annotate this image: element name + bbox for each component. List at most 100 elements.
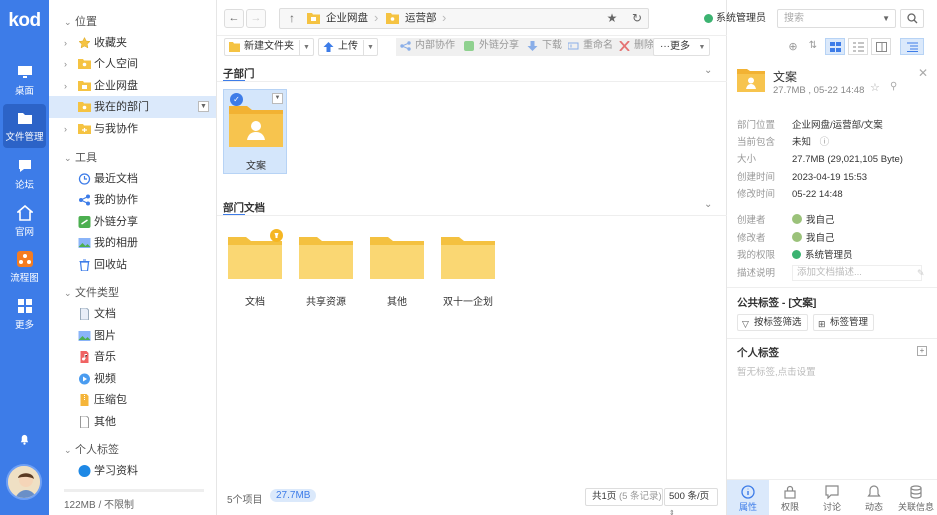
tree-item-tag-study[interactable]: 学习资料 xyxy=(49,460,216,482)
filter-icon: ▽ xyxy=(742,319,749,329)
tab-properties[interactable]: 属性 xyxy=(727,480,769,515)
search-button[interactable] xyxy=(900,9,924,28)
toggle-details-button[interactable] xyxy=(900,38,924,55)
rename-button[interactable]: 重命名 xyxy=(564,38,619,56)
tree-item-type-archive[interactable]: 压缩包 xyxy=(49,389,216,411)
user-avatar[interactable] xyxy=(6,464,42,500)
new-folder-button[interactable]: 新建文件夹 ▼ xyxy=(224,38,314,56)
chevron-down-icon[interactable]: ▼ xyxy=(363,40,377,56)
tree-item-recent[interactable]: 最近文档 xyxy=(49,168,216,190)
zoom-icon[interactable]: ⊕ xyxy=(786,40,800,54)
refresh-button[interactable]: ↻ xyxy=(625,9,649,28)
search-box[interactable]: 搜索 ▼ xyxy=(777,9,896,28)
internal-collab-button[interactable]: 内部协作 xyxy=(396,38,461,56)
tree-section-file-types[interactable]: ⌄ 文件类型 xyxy=(49,282,216,304)
sort-icon[interactable]: ⇅ xyxy=(806,40,820,54)
notification-bell-icon[interactable] xyxy=(19,434,30,445)
chevron-down-icon[interactable]: ▼ xyxy=(882,10,890,27)
tree-item-recycle-bin[interactable]: 回收站 xyxy=(49,254,216,276)
tree-item-album[interactable]: 我的相册 xyxy=(49,232,216,254)
tree-section-personal-tags[interactable]: ⌄ 个人标签 xyxy=(49,439,216,461)
up-level-button[interactable]: ↑ xyxy=(280,9,304,28)
avatar xyxy=(792,214,802,224)
chevron-right-icon: › xyxy=(64,81,67,91)
description-input[interactable]: 添加文档描述... xyxy=(792,265,922,281)
folder-icon xyxy=(78,124,91,134)
forward-button[interactable]: → xyxy=(246,9,266,28)
rail-item-desktop[interactable]: 桌面 xyxy=(3,58,46,102)
pin-icon[interactable]: ⚲ xyxy=(890,81,897,92)
personal-tags-empty[interactable]: 暂无标签,点击设置 xyxy=(737,364,816,378)
home-icon xyxy=(16,205,33,221)
chevron-down-icon[interactable]: ⌄ xyxy=(704,65,712,76)
filter-by-tag-button[interactable]: ▽ 按标签筛选 xyxy=(737,314,808,331)
tree-section-location[interactable]: ⌄ 位置 xyxy=(49,11,216,33)
add-tag-icon[interactable]: + xyxy=(917,346,927,356)
tab-discussion[interactable]: 讨论 xyxy=(811,480,853,515)
rail-item-website[interactable]: 官网 xyxy=(3,199,46,243)
grid-icon xyxy=(829,42,841,52)
tree-item-enterprise-disk[interactable]: › 企业网盘 xyxy=(49,75,216,97)
pin-icon xyxy=(270,229,283,242)
current-user-badge[interactable]: 系统管理员 xyxy=(704,10,766,27)
rail-item-files[interactable]: 文件管理 xyxy=(3,104,46,148)
tree-item-collaborate-with-me[interactable]: › 与我协作 xyxy=(49,118,216,140)
tree-item-personal-space[interactable]: › 个人空间 xyxy=(49,53,216,75)
chevron-right-icon: › xyxy=(64,124,67,134)
more-button[interactable]: ···更多 ▼ xyxy=(653,38,710,56)
download-button[interactable]: 下载 xyxy=(523,38,568,56)
close-icon xyxy=(619,41,630,51)
view-list-button[interactable] xyxy=(848,38,868,55)
rail-item-flowchart[interactable]: 流程图 xyxy=(3,245,46,289)
chevron-down-icon[interactable]: ▼ xyxy=(198,101,209,112)
breadcrumb-item-enterprise[interactable]: 企业网盘 xyxy=(302,9,368,28)
upload-button[interactable]: 上传 ▼ xyxy=(318,38,378,56)
arrow-left-icon: ← xyxy=(228,12,240,24)
details-panel: 系统管理员 搜索 ▼ ⊕ ⇅ 文案 27.7MB , 05-22 14:48 ☆… xyxy=(704,0,937,515)
tree-item-my-department[interactable]: 我在的部门 ▼ xyxy=(49,96,216,118)
pagination[interactable]: 共1页 (5 条记录) xyxy=(585,488,663,506)
sub-dept-card-selected[interactable]: ✓ ▼ 文案 xyxy=(223,89,287,174)
breadcrumb-item-ops[interactable]: 运营部 xyxy=(381,9,437,28)
tab-related-info[interactable]: 关联信息 xyxy=(895,480,937,515)
details-icon xyxy=(906,42,918,52)
rail-item-label: 更多 xyxy=(14,320,34,331)
chevron-down-icon[interactable]: ▼ xyxy=(299,40,313,56)
breadcrumb: ↑ 企业网盘 › 运营部 › ★ ↻ xyxy=(279,8,649,29)
panel-title: 文案 xyxy=(773,70,798,84)
rail-item-forum[interactable]: 论坛 xyxy=(3,152,46,196)
tree-item-type-other[interactable]: 其他 xyxy=(49,411,216,433)
external-share-button[interactable]: 外链分享 xyxy=(460,38,525,56)
grid-icon xyxy=(17,299,32,313)
status-dot xyxy=(792,250,801,259)
chevron-down-icon[interactable]: ⌄ xyxy=(704,199,712,210)
info-icon[interactable]: ⓘ xyxy=(820,137,830,148)
tree-section-tools[interactable]: ⌄ 工具 xyxy=(49,147,216,169)
tree-item-external-share[interactable]: 外链分享 xyxy=(49,211,216,233)
divider xyxy=(217,215,727,216)
edit-icon[interactable]: ✎ xyxy=(917,265,925,282)
back-button[interactable]: ← xyxy=(224,9,244,28)
left-rail: kod 桌面 文件管理 论坛 官网 流程图 更多 xyxy=(0,0,49,515)
star-outline-icon[interactable]: ☆ xyxy=(870,81,880,94)
per-page-select[interactable]: 500 条/页 ⇕ xyxy=(664,488,718,515)
tree-item-favorites[interactable]: › 收藏夹 xyxy=(49,32,216,54)
view-grid-button[interactable] xyxy=(825,38,845,55)
folder-name: 文档 xyxy=(245,297,265,308)
rail-item-label: 流程图 xyxy=(10,273,39,284)
tree-item-my-collab[interactable]: 我的协作 xyxy=(49,189,216,211)
section-title-sub-dept: 子部门 xyxy=(223,68,255,80)
tag-manage-button[interactable]: ⊞ 标签管理 xyxy=(813,314,875,331)
tab-activity[interactable]: 动态 xyxy=(853,480,895,515)
folder-icon xyxy=(370,237,424,279)
view-split-button[interactable] xyxy=(871,38,891,55)
tree-item-type-image[interactable]: 图片 xyxy=(49,325,216,347)
tree-item-type-music[interactable]: 音乐 xyxy=(49,346,216,368)
department-folder-icon xyxy=(737,69,765,92)
close-icon[interactable]: ✕ xyxy=(918,66,928,80)
tab-permissions[interactable]: 权限 xyxy=(769,480,811,515)
favorite-path-button[interactable]: ★ xyxy=(600,9,624,28)
tree-item-type-video[interactable]: 视频 xyxy=(49,368,216,390)
rail-item-more[interactable]: 更多 xyxy=(3,292,46,336)
tree-item-type-document[interactable]: 文档 xyxy=(49,303,216,325)
